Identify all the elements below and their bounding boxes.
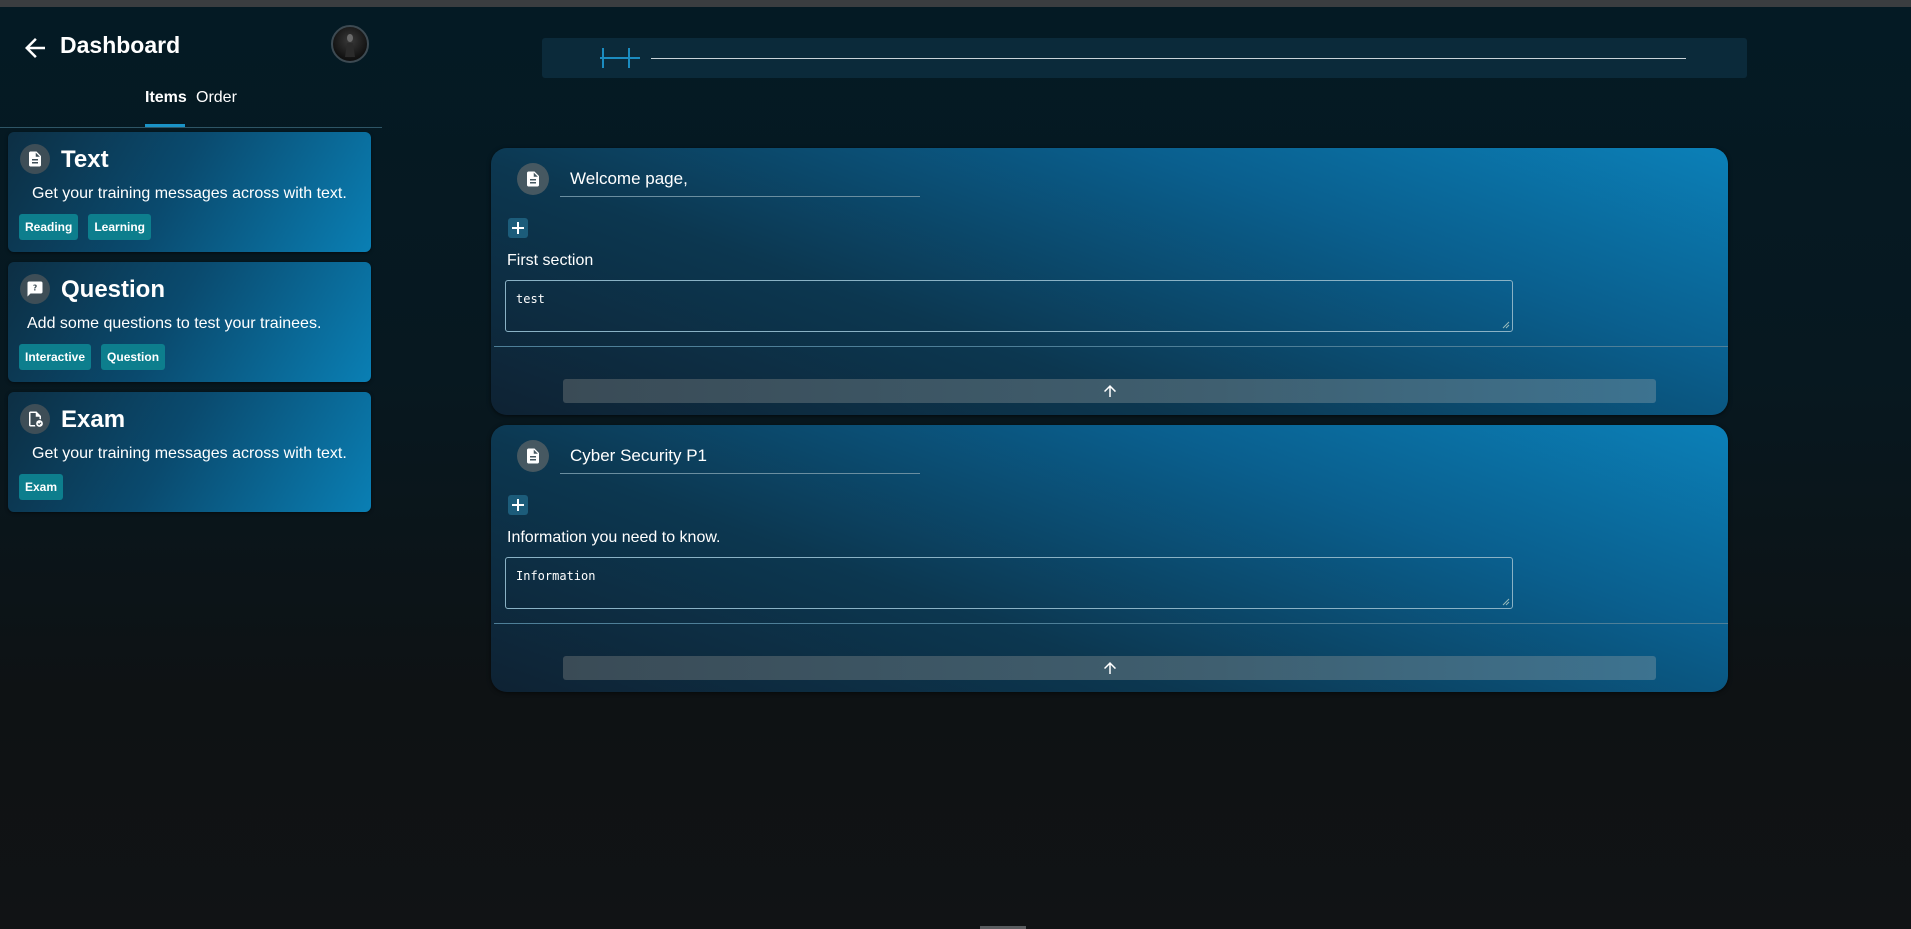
tab-bar: Items Order — [0, 85, 382, 128]
tab-items[interactable]: Items — [145, 89, 187, 107]
plus-icon — [512, 499, 524, 511]
avatar[interactable] — [331, 25, 369, 63]
add-button[interactable] — [508, 495, 528, 515]
item-description: Get your training messages across with t… — [32, 445, 347, 462]
section-label: Information you need to know. — [507, 529, 721, 546]
divider — [494, 346, 1728, 347]
section-content-input[interactable]: test — [505, 280, 1513, 332]
item-card-text[interactable]: Text Get your training messages across w… — [8, 132, 371, 252]
item-tags: Interactive Question — [19, 344, 166, 370]
section-title: Welcome page, — [570, 169, 688, 188]
tag-learning: Learning — [88, 214, 152, 240]
section-label: First section — [507, 252, 594, 269]
window-top-bar — [0, 0, 1911, 7]
plus-icon — [512, 222, 524, 234]
tag-exam: Exam — [19, 474, 64, 500]
tag-interactive: Interactive — [19, 344, 92, 370]
document-icon — [517, 440, 549, 472]
timeline-handle-end[interactable] — [628, 48, 630, 68]
section-card: Welcome page, First section test — [491, 148, 1728, 415]
document-icon — [20, 144, 50, 174]
divider — [494, 623, 1728, 624]
sidebar-header: Dashboard — [0, 7, 382, 87]
item-card-question[interactable]: ? Question Add some questions to test yo… — [8, 262, 371, 382]
section-timeline[interactable] — [542, 38, 1747, 78]
item-tags: Reading Learning — [19, 214, 152, 240]
tag-reading: Reading — [19, 214, 79, 240]
item-description: Add some questions to test your trainees… — [27, 315, 322, 332]
section-title-field[interactable]: Welcome page, — [560, 163, 920, 197]
item-title: Text — [61, 146, 109, 173]
add-button[interactable] — [508, 218, 528, 238]
item-tags: Exam — [19, 474, 64, 500]
active-tab-indicator — [145, 124, 185, 127]
exam-icon — [20, 404, 50, 434]
arrow-up-icon — [1103, 385, 1116, 397]
tag-question: Question — [101, 344, 166, 370]
item-title: Question — [61, 276, 166, 303]
section-content-input[interactable]: Information — [505, 557, 1513, 609]
sidebar: Dashboard Items Order Text Get your trai… — [0, 7, 382, 929]
question-icon: ? — [20, 274, 50, 304]
back-button[interactable] — [20, 33, 50, 63]
section-content: Information — [516, 569, 596, 583]
section-title-field[interactable]: Cyber Security P1 — [560, 440, 920, 474]
section-content: test — [516, 292, 545, 306]
page-title: Dashboard — [60, 32, 181, 58]
tab-order[interactable]: Order — [196, 89, 237, 107]
item-card-exam[interactable]: Exam Get your training messages across w… — [8, 392, 371, 512]
document-icon — [517, 163, 549, 195]
move-up-button[interactable] — [563, 379, 1656, 403]
arrow-left-icon — [25, 38, 45, 58]
item-description: Get your training messages across with t… — [32, 185, 347, 202]
section-title: Cyber Security P1 — [570, 446, 707, 465]
user-avatar-icon — [345, 34, 355, 57]
resize-grip-icon[interactable] — [1502, 598, 1510, 606]
timeline-track — [651, 58, 1686, 59]
item-title: Exam — [61, 406, 126, 433]
svg-text:?: ? — [33, 284, 37, 293]
move-up-button[interactable] — [563, 656, 1656, 680]
section-card: Cyber Security P1 Information you need t… — [491, 425, 1728, 692]
timeline-range — [600, 57, 640, 59]
resize-grip-icon[interactable] — [1502, 321, 1510, 329]
arrow-up-icon — [1103, 662, 1116, 674]
